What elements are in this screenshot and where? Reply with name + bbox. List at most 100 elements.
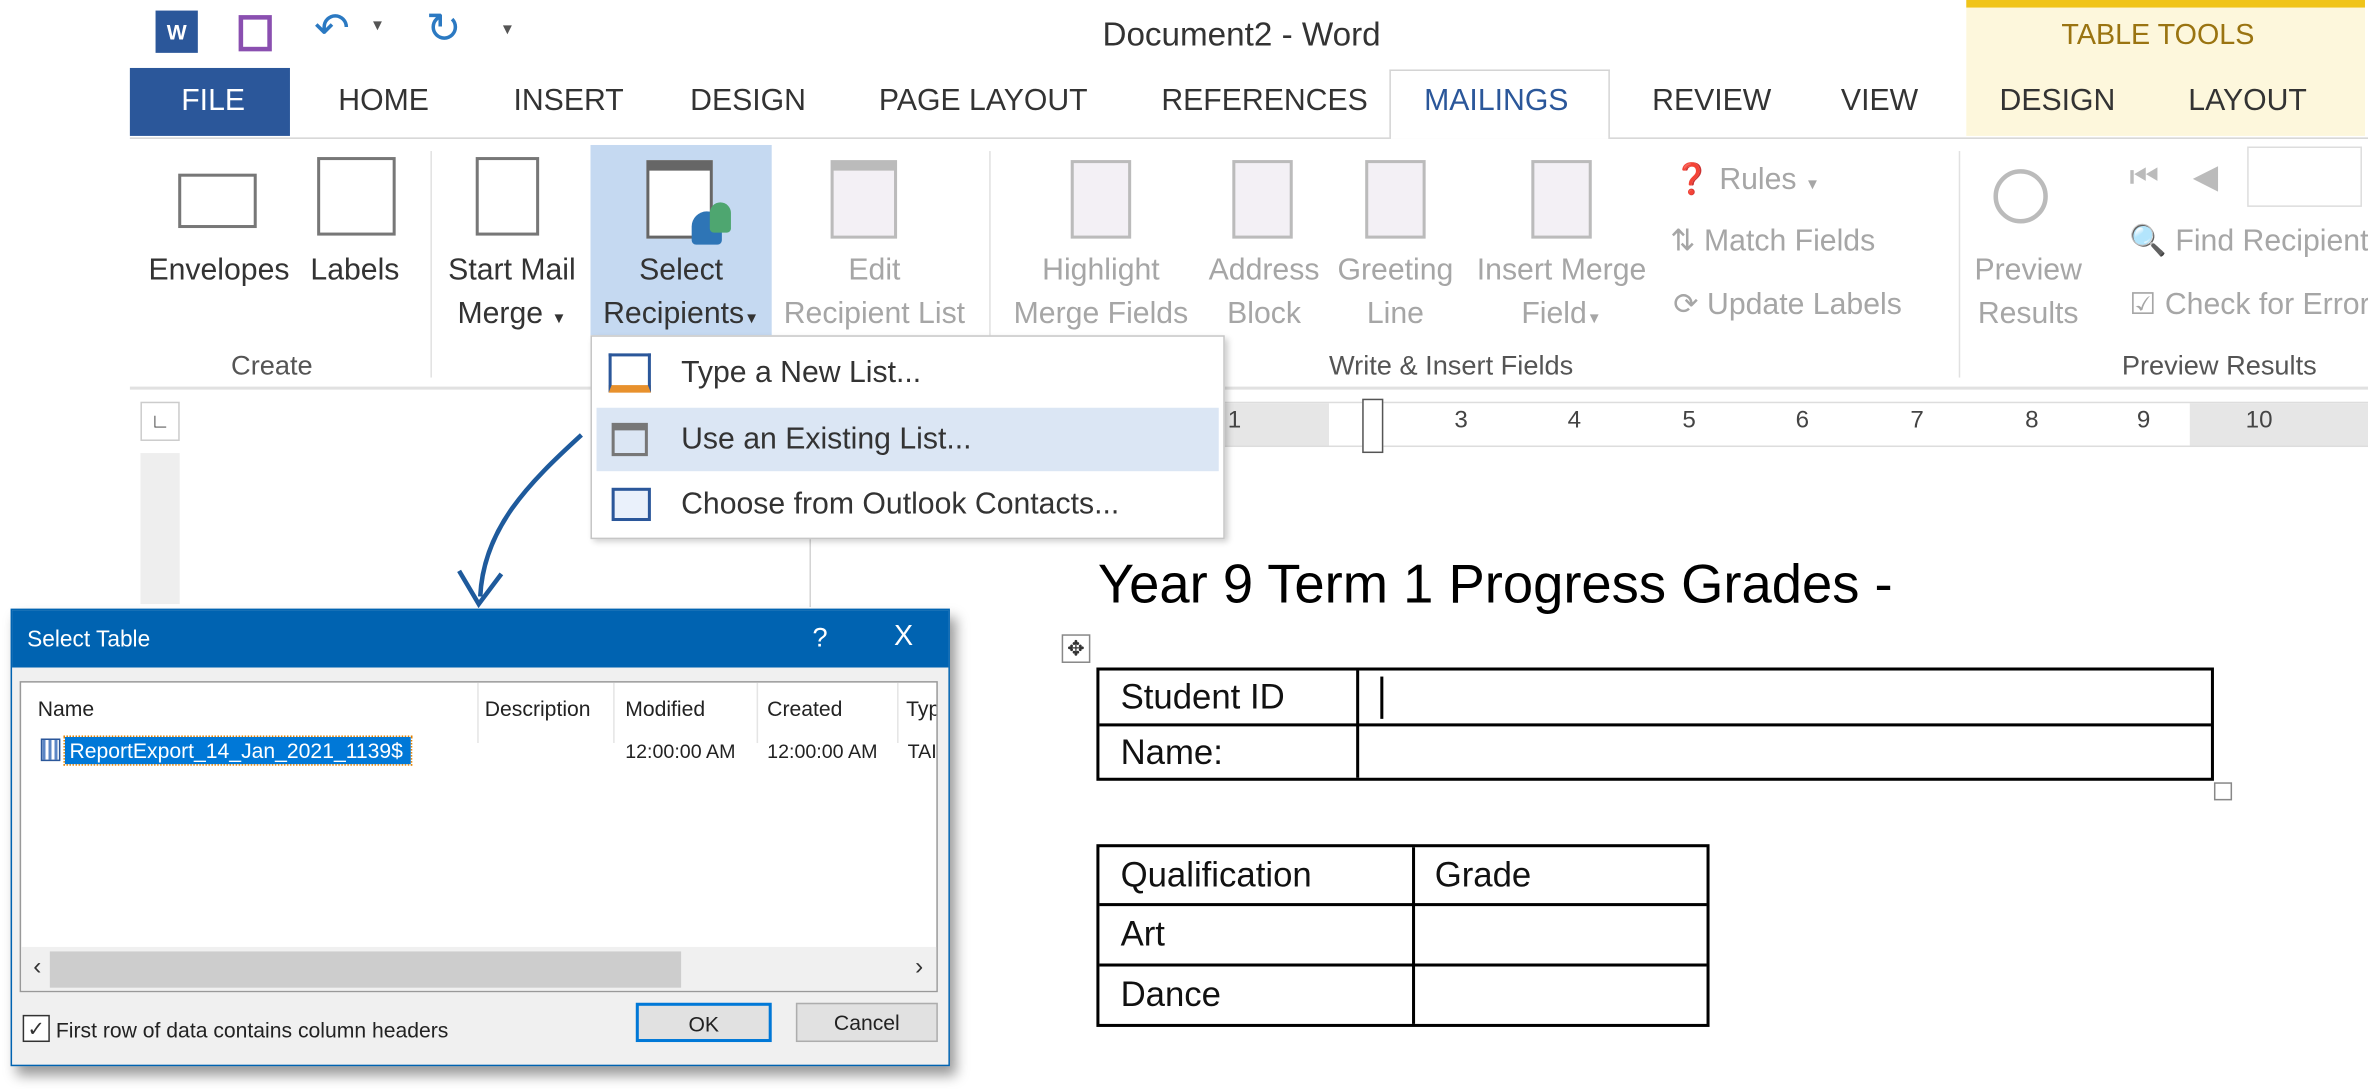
table-cell[interactable]: Dance (1121, 974, 1221, 1015)
select-recipients-menu: Type a New List... Use an Existing List.… (590, 335, 1225, 540)
preview-results-button[interactable]: Preview Results (1963, 249, 2093, 337)
select-table-dialog: Select Table ? X ReportExport_14_Jan_202… (10, 608, 950, 1067)
column-created[interactable]: Created (767, 696, 842, 720)
table-cell[interactable]: Name: (1121, 732, 1223, 773)
imf-line2: Field (1521, 297, 1587, 331)
rules-button[interactable]: ❓ Rules ▼ (1673, 160, 1820, 198)
help-button[interactable]: ? (812, 622, 827, 654)
tab-references[interactable]: REFERENCES (1161, 85, 1367, 120)
rules-label: Rules (1719, 163, 1797, 197)
menu-item-label: Type a New List... (681, 356, 922, 390)
column-name[interactable]: Name (38, 696, 94, 720)
rules-icon: ❓ (1673, 163, 1711, 197)
edit-recipient-list-button[interactable]: Edit Recipient List (773, 249, 975, 337)
column-type[interactable]: Typ (906, 696, 936, 720)
check-icon: ☑ (2129, 288, 2157, 322)
greeting-line-button[interactable]: Greeting Line (1329, 249, 1462, 337)
pr-line1: Preview (1974, 253, 2082, 287)
table-list[interactable]: ReportExport_14_Jan_2021_1139$ 12:00:00 … (19, 681, 938, 993)
preview-results-icon (1993, 169, 2048, 224)
ok-button[interactable]: OK (635, 1002, 772, 1043)
customize-toolbar-icon[interactable]: ▾ (503, 18, 512, 39)
hl-line1: Highlight (1042, 253, 1160, 287)
update-labels-button[interactable]: ⟳ Update Labels (1673, 285, 1902, 323)
start-mail-merge-line2: Merge (457, 297, 544, 331)
match-fields-label: Match Fields (1704, 225, 1876, 259)
indent-marker[interactable] (1362, 398, 1384, 454)
find-icon: 🔍 (2129, 225, 2167, 259)
tab-review[interactable]: REVIEW (1652, 85, 1771, 120)
labels-button[interactable]: Labels (305, 249, 405, 293)
scrollbar-thumb[interactable] (49, 951, 682, 988)
tab-page-layout[interactable]: PAGE LAYOUT (879, 85, 1088, 120)
table-resize-handle[interactable] (2213, 782, 2233, 801)
row-type: TAI (907, 739, 937, 763)
previous-record-icon[interactable]: ◀ (2193, 157, 2219, 196)
column-modified[interactable]: Modified (625, 696, 705, 720)
ruler-number: 3 (1454, 407, 1468, 434)
menu-outlook-contacts[interactable]: Choose from Outlook Contacts... (597, 473, 1219, 536)
row-modified: 12:00:00 AM (625, 739, 736, 763)
tab-table-layout[interactable]: LAYOUT (2188, 85, 2307, 120)
tab-table-design[interactable]: DESIGN (2000, 85, 2116, 120)
column-description[interactable]: Description (485, 696, 591, 720)
envelope-icon (178, 173, 257, 229)
first-record-icon[interactable]: ⏮ (2129, 157, 2159, 196)
window-title: Document2 - Word (1102, 15, 1381, 53)
update-labels-label: Update Labels (1707, 288, 1902, 322)
ruler-number: 4 (1567, 407, 1582, 434)
table-cell[interactable]: Grade (1435, 855, 1532, 896)
start-mail-merge-icon (475, 157, 540, 236)
menu-use-existing-list[interactable]: Use an Existing List... (596, 407, 1219, 472)
scroll-left-icon[interactable]: ‹ (33, 954, 41, 981)
match-fields-icon: ⇅ (1670, 225, 1696, 259)
scroll-right-icon[interactable]: › (915, 954, 923, 981)
tab-home[interactable]: HOME (338, 85, 429, 120)
row-name: ReportExport_14_Jan_2021_1139$ (69, 738, 403, 763)
table-move-handle[interactable]: ✥ (1061, 634, 1091, 663)
insert-merge-field-button[interactable]: Insert Merge Field▼ (1465, 249, 1658, 341)
gl-line1: Greeting (1337, 253, 1454, 287)
check-errors-label: Check for Errors (2164, 288, 2368, 322)
undo-dropdown-icon[interactable]: ▼ (370, 18, 385, 35)
save-icon[interactable] (238, 15, 272, 52)
horizontal-scrollbar[interactable]: ‹ › (21, 946, 937, 991)
dialog-title: Select Table (27, 626, 151, 653)
undo-icon[interactable]: ↶ (314, 3, 349, 53)
edit-recipient-list-icon (830, 160, 898, 239)
edit-line1: Edit (848, 253, 901, 287)
find-recipient-button[interactable]: 🔍 Find Recipient (2129, 222, 2368, 260)
start-mail-merge-button[interactable]: Start Mail Merge ▼ (438, 249, 586, 341)
tab-view[interactable]: VIEW (1841, 85, 1918, 120)
edit-line2: Recipient List (783, 297, 966, 331)
type-new-list-icon (608, 353, 651, 393)
close-button[interactable]: X (894, 621, 913, 654)
group-create-label: Create (231, 350, 313, 381)
separator (1958, 151, 1961, 378)
match-fields-button[interactable]: ⇅ Match Fields (1670, 222, 1875, 260)
ab-line2: Block (1227, 297, 1301, 331)
menu-item-label: Choose from Outlook Contacts... (681, 487, 1120, 522)
address-block-icon (1232, 160, 1293, 239)
check-errors-button[interactable]: ☑ Check for Errors (2129, 285, 2368, 323)
annotation-arrow (457, 433, 583, 609)
table-cell[interactable]: Art (1121, 914, 1165, 955)
envelopes-button[interactable]: Envelopes (145, 249, 293, 293)
menu-type-new-list[interactable]: Type a New List... (597, 341, 1219, 404)
address-block-button[interactable]: Address Block (1201, 249, 1328, 337)
tab-insert[interactable]: INSERT (513, 85, 623, 120)
tab-selector[interactable]: ∟ (140, 401, 180, 441)
outlook-contacts-icon (611, 487, 651, 522)
redo-icon[interactable]: ↻ (426, 3, 461, 53)
hl-line2: Merge Fields (1013, 297, 1189, 331)
ruler-number: 5 (1682, 407, 1696, 434)
ruler-number: 9 (2136, 407, 2151, 434)
table-cell[interactable]: Qualification (1121, 855, 1312, 896)
table-cell[interactable]: Student ID (1121, 677, 1285, 718)
highlight-merge-fields-button[interactable]: Highlight Merge Fields (1000, 249, 1202, 337)
cancel-button[interactable]: Cancel (795, 1002, 938, 1043)
first-row-headers-checkbox[interactable]: ✓ (22, 1014, 50, 1043)
highlight-merge-fields-icon (1070, 160, 1132, 239)
tab-design[interactable]: DESIGN (690, 85, 806, 120)
record-number-input[interactable] (2247, 146, 2362, 207)
